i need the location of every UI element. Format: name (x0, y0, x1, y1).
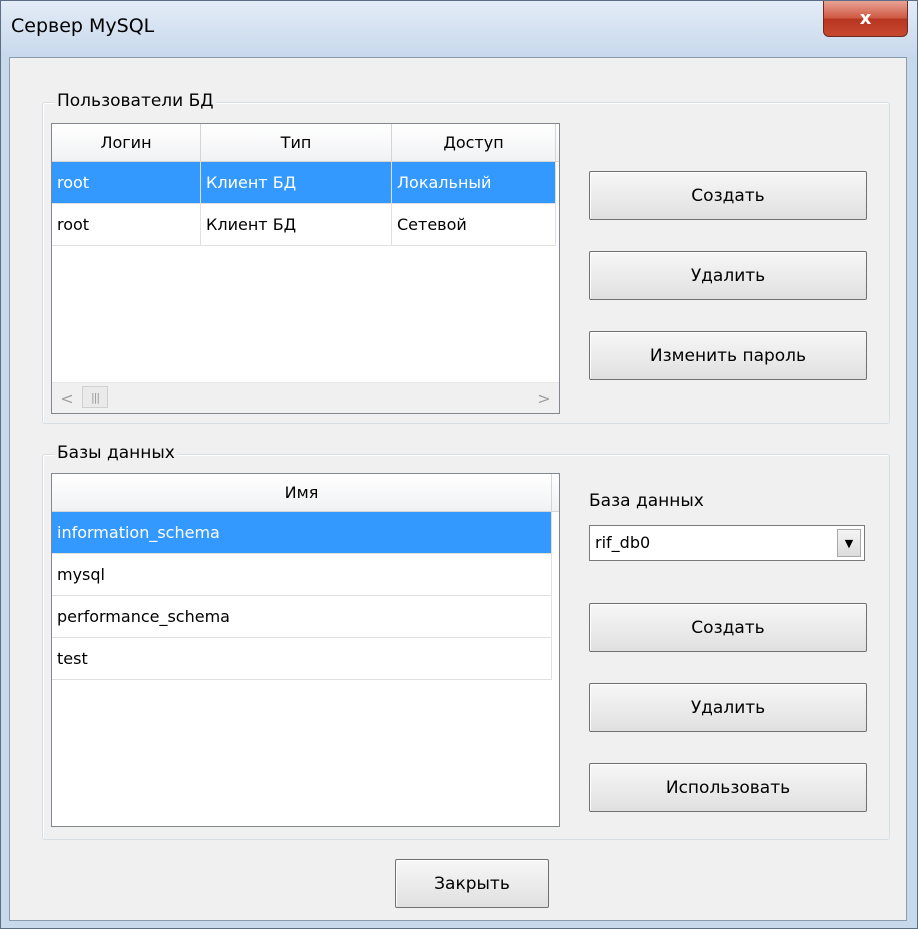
scrollbar-thumb[interactable]: ||| (82, 386, 108, 408)
close-window-button[interactable]: x (823, 1, 908, 37)
cell-db-name: information_schema (52, 512, 552, 554)
cell-access: Сетевой (392, 204, 556, 246)
chevron-right-icon[interactable]: > (533, 387, 555, 409)
window-title: Сервер MySQL (11, 15, 155, 37)
cell-db-name: test (52, 638, 552, 680)
databases-list-header: Имя (52, 474, 559, 512)
create-database-button[interactable]: Создать (589, 603, 867, 652)
dialog-client-area: Пользователи БД Логин Тип Доступ root Кл… (9, 57, 907, 921)
cell-db-name: performance_schema (52, 596, 552, 638)
database-list-item[interactable]: mysql (52, 554, 552, 596)
title-bar[interactable]: Сервер MySQL x (1, 1, 917, 57)
cell-access: Локальный (392, 162, 556, 204)
column-header-name[interactable]: Имя (52, 474, 552, 511)
close-icon: x (859, 8, 872, 29)
users-groupbox: Пользователи БД Логин Тип Доступ root Кл… (42, 91, 890, 424)
users-horizontal-scrollbar[interactable]: < ||| > (52, 382, 559, 413)
users-group-label: Пользователи БД (55, 91, 216, 111)
change-password-button[interactable]: Изменить пароль (589, 331, 867, 380)
column-header-login[interactable]: Логин (52, 124, 201, 161)
cell-type: Клиент БД (201, 162, 392, 204)
users-list-header: Логин Тип Доступ (52, 124, 559, 162)
mysql-server-dialog: Сервер MySQL x Пользователи БД Логин Тип… (0, 0, 918, 929)
cell-login: root (52, 162, 201, 204)
users-table-row[interactable]: root Клиент БД Локальный (52, 162, 556, 204)
close-dialog-button[interactable]: Закрыть (395, 859, 549, 908)
database-select[interactable]: rif_db0 ▼ (589, 525, 865, 561)
delete-database-button[interactable]: Удалить (589, 683, 867, 732)
delete-user-button[interactable]: Удалить (589, 251, 867, 300)
chevron-down-icon[interactable]: ▼ (837, 529, 861, 557)
users-listview[interactable]: Логин Тип Доступ root Клиент БД Локальны… (51, 123, 560, 414)
database-list-item[interactable]: performance_schema (52, 596, 552, 638)
database-list-item[interactable]: information_schema (52, 512, 552, 554)
cell-type: Клиент БД (201, 204, 392, 246)
databases-listview[interactable]: Имя information_schema mysql performance… (51, 473, 560, 827)
databases-group-label: Базы данных (55, 443, 177, 463)
column-header-type[interactable]: Тип (201, 124, 392, 161)
database-select-label: База данных (589, 491, 704, 511)
databases-groupbox: Базы данных Имя information_schema mysql… (42, 443, 890, 840)
create-user-button[interactable]: Создать (589, 171, 867, 220)
use-database-button[interactable]: Использовать (589, 763, 867, 812)
database-list-item[interactable]: test (52, 638, 552, 680)
column-header-access[interactable]: Доступ (392, 124, 556, 161)
chevron-left-icon[interactable]: < (56, 387, 78, 409)
cell-db-name: mysql (52, 554, 552, 596)
cell-login: root (52, 204, 201, 246)
database-select-value: rif_db0 (595, 533, 651, 552)
users-table-row[interactable]: root Клиент БД Сетевой (52, 204, 556, 246)
